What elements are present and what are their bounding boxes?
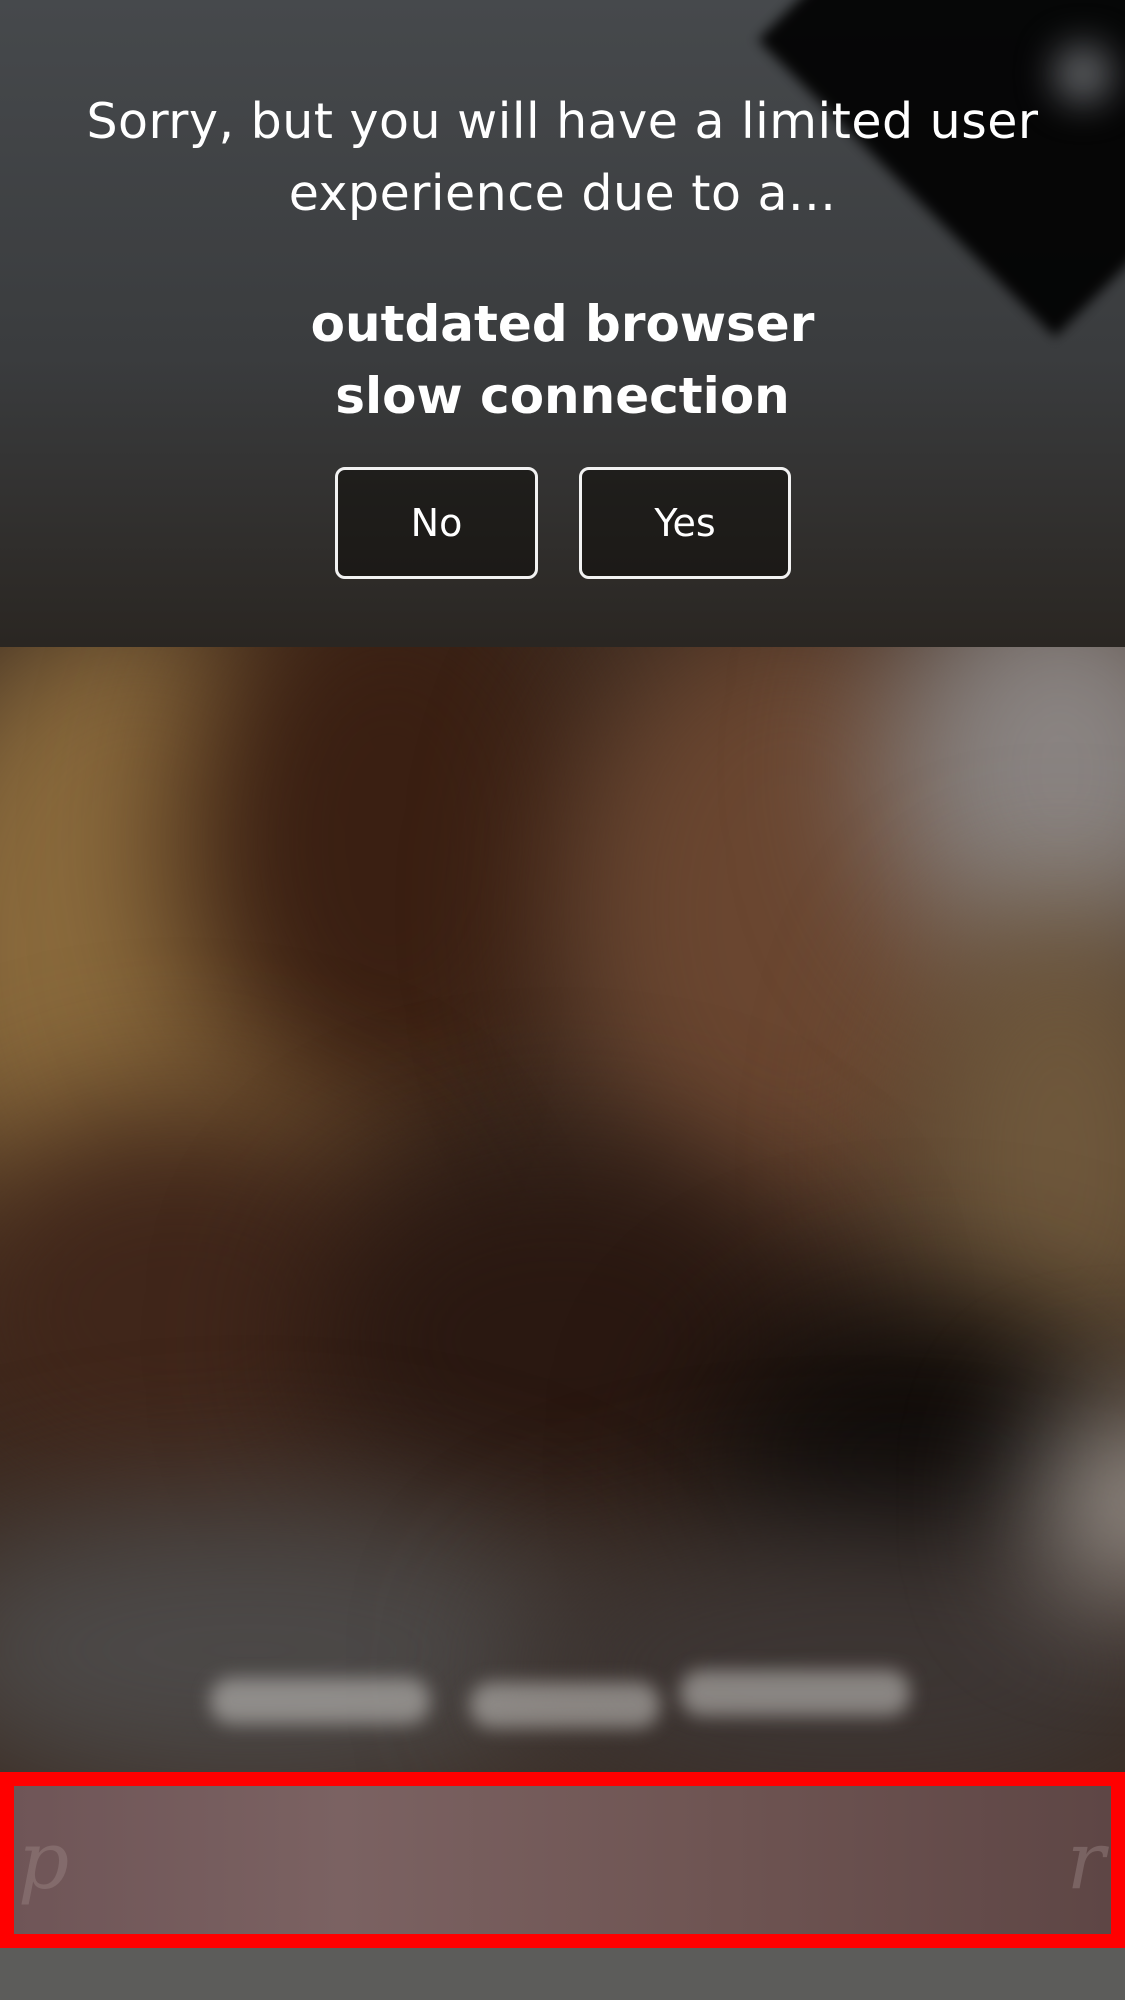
page: Sorry, but you will have a limited user …	[0, 0, 1125, 2000]
notice-lead-text: Sorry, but you will have a limited user …	[86, 93, 1039, 222]
blurred-headline	[210, 1658, 910, 1738]
bottom-footer-strip	[0, 1948, 1125, 2000]
notice-reasons: outdated browser slow connection	[0, 288, 1125, 432]
no-button[interactable]: No	[335, 467, 538, 579]
reason-outdated-browser: outdated browser	[310, 295, 815, 353]
highlighted-bottom-bar[interactable]: p r	[0, 1772, 1125, 1948]
faded-glyph-left: p	[18, 1814, 70, 1907]
browser-notice-banner: Sorry, but you will have a limited user …	[0, 0, 1125, 647]
faded-glyph-right: r	[1066, 1814, 1105, 1907]
reason-slow-connection: slow connection	[335, 367, 790, 425]
yes-button[interactable]: Yes	[579, 467, 791, 579]
